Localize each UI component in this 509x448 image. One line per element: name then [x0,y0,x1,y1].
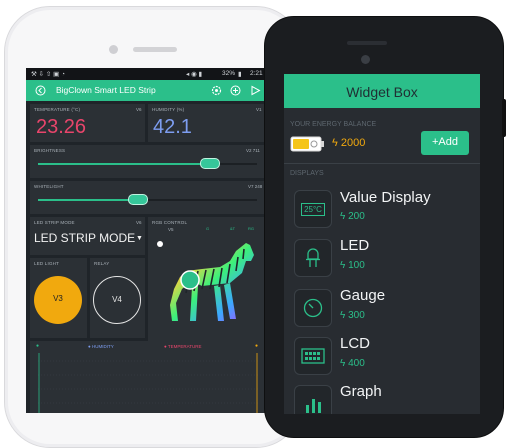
brightness-pin: V2 711 [246,148,260,153]
whitelight-fill [38,199,137,201]
app-bar: BigClown Smart LED Strip [26,80,269,101]
gauge-icon [294,289,332,327]
led-light-button-label: V3 [53,294,63,303]
widget-item-value-display[interactable]: 25°C Value Display ϟ 200 [284,184,480,232]
graph-humidity-label: HUMIDITY [91,344,114,349]
android-speaker [347,41,387,45]
back-icon[interactable] [35,85,46,96]
lcd-name: LCD [340,335,371,352]
led-name: LED [340,237,370,254]
android-side-button [502,99,506,137]
status-bar: ⚒ ⇩ ⇧ ▣ ◔ ◂ ◉ ▮ 32% ▮ 2:21 [26,68,269,80]
temperature-pin: V6 [136,107,142,112]
brightness-label: BRIGHTNESS [34,148,66,153]
widget-box-screen: Widget Box YOUR ENERGY BALANCE ϟ 2000 +A… [284,74,480,414]
whitelight-pin: V7 248 [248,184,263,189]
led-light-button[interactable]: V3 [34,276,82,324]
whitelight-label: WHITELIGHT [34,184,64,189]
settings-icon[interactable] [211,85,222,96]
energy-balance-number: 2000 [340,137,366,149]
relay-panel: RELAY V4 [90,258,145,338]
temperature-display[interactable]: TEMPERATURE (°C) V6 23.26 [30,104,145,142]
graph-left-marker: ● [36,343,40,349]
energy-balance-label: YOUR ENERGY BALANCE [290,121,377,128]
graph-temperature-label: TEMPERATURE [167,344,202,349]
temperature-value: 23.26 [36,116,87,138]
value-display-name: Value Display [340,189,431,206]
status-time: 2:21 [250,70,263,77]
led-mode-label: LED STRIP MODE [34,220,75,225]
value-display-cost: ϟ 200 [340,211,365,222]
widget-item-gauge[interactable]: Gauge ϟ 300 [284,284,480,332]
led-mode-pin: V6 [136,220,142,225]
add-widget-icon[interactable] [230,85,241,96]
humidity-label: HUMIDITY (%) [152,107,185,112]
add-energy-label: +Add [432,136,458,148]
front-camera [109,45,118,54]
led-mode-menu[interactable]: LED STRIP MODE V6 LED STRIP MODE ▼ [30,217,145,255]
notification-icons: ⚒ ⇩ ⇧ ▣ ◔ [31,71,66,78]
widget-item-lcd[interactable]: LCD ϟ 400 [284,332,480,380]
widget-item-graph[interactable]: Graph [284,380,480,414]
brightness-handle[interactable] [200,158,220,169]
graph-humidity-legend: ● HUMIDITY [88,344,114,349]
humidity-display[interactable]: HUMIDITY (%) V1 42.1 [148,104,265,142]
widget-box-header: Widget Box [284,74,480,108]
app-title: BigClown Smart LED Strip [56,85,156,95]
android-front-camera [361,55,370,64]
signal-icons: ◂ ◉ ▮ [186,71,203,78]
brightness-slider-panel: BRIGHTNESS V2 711 [30,145,265,178]
section-divider [284,163,480,164]
temperature-label: TEMPERATURE (°C) [34,107,81,112]
battery-energy-icon [290,136,324,152]
brightness-fill [38,163,209,165]
value-display-icon: 25°C [294,190,332,228]
widget-item-led[interactable]: LED ϟ 100 [284,234,480,282]
lcd-icon [294,337,332,375]
graph-name: Graph [340,383,382,400]
led-mode-value: LED STRIP MODE [34,231,136,245]
value-display-icon-text: 25°C [301,202,325,216]
graph-temperature-legend: ● TEMPERATURE [164,344,202,349]
graph-right-marker: ● [255,343,259,349]
whitelight-slider-panel: WHITELIGHT V7 248 [30,181,265,214]
humidity-value: 42.1 [153,116,192,138]
led-light-panel: LED LIGHT V3 [30,258,87,338]
zebra-color-wheel-icon[interactable] [150,231,262,331]
led-icon [294,239,332,277]
rgb-label: RGB CONTROL [152,220,188,225]
energy-balance-value: ϟ 2000 [332,137,366,149]
add-energy-button[interactable]: +Add [421,131,469,155]
led-cost-number: 100 [348,260,365,271]
history-graph[interactable]: ● ● HUMIDITY ● TEMPERATURE ● [30,341,265,413]
dropdown-arrow-icon: ▼ [136,235,143,242]
gauge-cost-number: 300 [348,310,365,321]
lcd-cost-number: 400 [348,358,365,369]
graph-grid [38,353,258,413]
led-cost: ϟ 100 [340,260,365,271]
gauge-cost: ϟ 300 [340,310,365,321]
lcd-cost: ϟ 400 [340,358,365,369]
widget-box-title: Widget Box [346,84,418,100]
relay-label: RELAY [94,261,110,266]
value-display-cost-number: 200 [348,211,365,222]
graph-icon [294,385,332,414]
whitelight-handle[interactable] [128,194,148,205]
earpiece-speaker [133,47,177,52]
iphone-screen: ⚒ ⇩ ⇧ ▣ ◔ ◂ ◉ ▮ 32% ▮ 2:21 BigClown Smar… [26,68,269,413]
displays-section-label: DISPLAYS [290,170,324,177]
relay-button-label: V4 [112,295,122,304]
battery-percent: 32% [222,70,236,77]
humidity-pin: V1 [256,107,262,112]
gauge-name: Gauge [340,287,386,304]
led-light-label: LED LIGHT [34,261,60,266]
relay-button[interactable]: V4 [93,276,141,324]
play-icon[interactable] [250,85,261,96]
battery-icon: ▮ [238,71,242,78]
